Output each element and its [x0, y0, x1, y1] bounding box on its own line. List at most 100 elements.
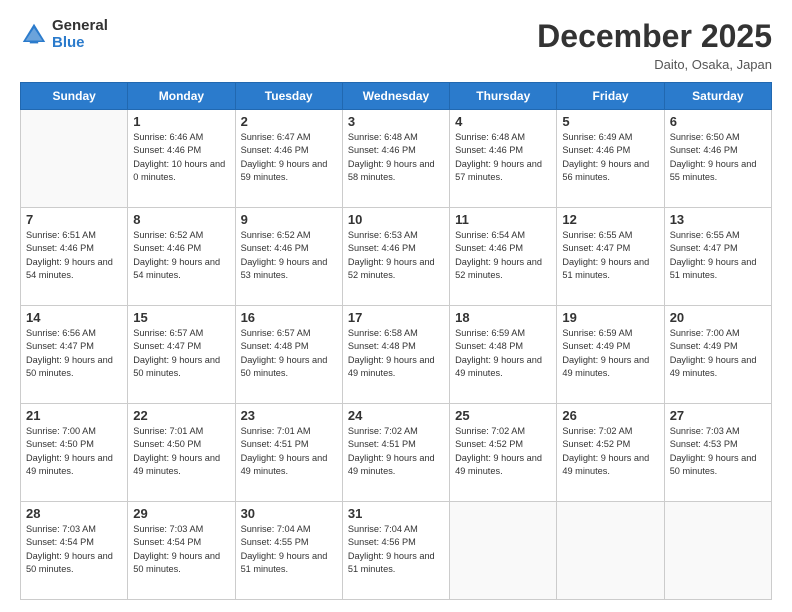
cell-info: Sunrise: 6:55 AM Sunset: 4:47 PM Dayligh…: [562, 229, 658, 282]
day-number: 18: [455, 310, 551, 325]
month-title: December 2025: [537, 18, 772, 55]
cell-info: Sunrise: 7:04 AM Sunset: 4:56 PM Dayligh…: [348, 523, 444, 576]
calendar-cell: [664, 502, 771, 600]
calendar-cell: 1 Sunrise: 6:46 AM Sunset: 4:46 PM Daylig…: [128, 110, 235, 208]
cell-info: Sunrise: 6:50 AM Sunset: 4:46 PM Dayligh…: [670, 131, 766, 184]
calendar-cell: 4 Sunrise: 6:48 AM Sunset: 4:46 PM Daylig…: [450, 110, 557, 208]
calendar-cell: [450, 502, 557, 600]
header: General Blue December 2025 Daito, Osaka,…: [20, 18, 772, 72]
calendar-cell: 9Sunrise: 6:52 AM Sunset: 4:46 PM Daylig…: [235, 208, 342, 306]
col-header-tuesday: Tuesday: [235, 83, 342, 110]
day-number: 11: [455, 212, 551, 227]
cell-info: Sunrise: 7:02 AM Sunset: 4:52 PM Dayligh…: [455, 425, 551, 478]
calendar-cell: 15 Sunrise: 6:57 AM Sunset: 4:47 PM Dayli…: [128, 306, 235, 404]
cell-info: Sunrise: 6:58 AM Sunset: 4:48 PM Dayligh…: [348, 327, 444, 380]
calendar-cell: 11 Sunrise: 6:54 AM Sunset: 4:46 PM Dayli…: [450, 208, 557, 306]
calendar-cell: 20 Sunrise: 7:00 AM Sunset: 4:49 PM Dayli…: [664, 306, 771, 404]
cell-info: Sunrise: 6:56 AM Sunset: 4:47 PM Dayligh…: [26, 327, 122, 380]
day-number: 13: [670, 212, 766, 227]
cell-info: Sunrise: 7:04 AM Sunset: 4:55 PM Dayligh…: [241, 523, 337, 576]
calendar-cell: 27 Sunrise: 7:03 AM Sunset: 4:53 PM Dayli…: [664, 404, 771, 502]
cell-info: Sunrise: 6:52 AM Sunset: 4:46 PM Dayligh…: [133, 229, 229, 282]
cell-info: Sunrise: 7:03 AM Sunset: 4:53 PM Dayligh…: [670, 425, 766, 478]
cell-info: Sunrise: 7:02 AM Sunset: 4:52 PM Dayligh…: [562, 425, 658, 478]
cell-info: Sunrise: 6:59 AM Sunset: 4:48 PM Dayligh…: [455, 327, 551, 380]
day-number: 24: [348, 408, 444, 423]
calendar-cell: 21 Sunrise: 7:00 AM Sunset: 4:50 PM Dayli…: [21, 404, 128, 502]
calendar-cell: 5 Sunrise: 6:49 AM Sunset: 4:46 PM Daylig…: [557, 110, 664, 208]
cell-info: Sunrise: 6:59 AM Sunset: 4:49 PM Dayligh…: [562, 327, 658, 380]
calendar-cell: 19 Sunrise: 6:59 AM Sunset: 4:49 PM Dayli…: [557, 306, 664, 404]
col-header-friday: Friday: [557, 83, 664, 110]
logo-text: General Blue: [52, 18, 108, 51]
calendar-cell: 7Sunrise: 6:51 AM Sunset: 4:46 PM Daylig…: [21, 208, 128, 306]
cell-info: Sunrise: 6:51 AM Sunset: 4:46 PM Dayligh…: [26, 229, 122, 282]
cell-info: Sunrise: 7:02 AM Sunset: 4:51 PM Dayligh…: [348, 425, 444, 478]
calendar-table: SundayMondayTuesdayWednesdayThursdayFrid…: [20, 82, 772, 600]
calendar-cell: 29 Sunrise: 7:03 AM Sunset: 4:54 PM Dayli…: [128, 502, 235, 600]
calendar-cell: 30Sunrise: 7:04 AM Sunset: 4:55 PM Dayli…: [235, 502, 342, 600]
week-row-0: 1 Sunrise: 6:46 AM Sunset: 4:46 PM Daylig…: [21, 110, 772, 208]
calendar-cell: 3 Sunrise: 6:48 AM Sunset: 4:46 PM Daylig…: [342, 110, 449, 208]
calendar-cell: 6 Sunrise: 6:50 AM Sunset: 4:46 PM Daylig…: [664, 110, 771, 208]
cell-info: Sunrise: 6:48 AM Sunset: 4:46 PM Dayligh…: [455, 131, 551, 184]
day-number: 21: [26, 408, 122, 423]
day-number: 20: [670, 310, 766, 325]
page: General Blue December 2025 Daito, Osaka,…: [0, 0, 792, 612]
day-number: 1: [133, 114, 229, 129]
cell-info: Sunrise: 6:53 AM Sunset: 4:46 PM Dayligh…: [348, 229, 444, 282]
cell-info: Sunrise: 6:47 AM Sunset: 4:46 PM Dayligh…: [241, 131, 337, 184]
calendar-cell: 28Sunrise: 7:03 AM Sunset: 4:54 PM Dayli…: [21, 502, 128, 600]
col-header-monday: Monday: [128, 83, 235, 110]
location: Daito, Osaka, Japan: [537, 57, 772, 72]
calendar-cell: 31Sunrise: 7:04 AM Sunset: 4:56 PM Dayli…: [342, 502, 449, 600]
logo: General Blue: [20, 18, 108, 51]
day-number: 15: [133, 310, 229, 325]
day-number: 12: [562, 212, 658, 227]
day-number: 27: [670, 408, 766, 423]
calendar-cell: 13 Sunrise: 6:55 AM Sunset: 4:47 PM Dayli…: [664, 208, 771, 306]
calendar-cell: 25 Sunrise: 7:02 AM Sunset: 4:52 PM Dayli…: [450, 404, 557, 502]
day-number: 26: [562, 408, 658, 423]
calendar-cell: [557, 502, 664, 600]
calendar-cell: 14Sunrise: 6:56 AM Sunset: 4:47 PM Dayli…: [21, 306, 128, 404]
col-header-sunday: Sunday: [21, 83, 128, 110]
day-number: 8: [133, 212, 229, 227]
calendar-cell: 17 Sunrise: 6:58 AM Sunset: 4:48 PM Dayli…: [342, 306, 449, 404]
day-number: 19: [562, 310, 658, 325]
col-header-thursday: Thursday: [450, 83, 557, 110]
calendar-cell: 16 Sunrise: 6:57 AM Sunset: 4:48 PM Dayli…: [235, 306, 342, 404]
day-number: 16: [241, 310, 337, 325]
day-number: 17: [348, 310, 444, 325]
cell-info: Sunrise: 7:00 AM Sunset: 4:49 PM Dayligh…: [670, 327, 766, 380]
cell-info: Sunrise: 6:48 AM Sunset: 4:46 PM Dayligh…: [348, 131, 444, 184]
day-number: 3: [348, 114, 444, 129]
day-number: 10: [348, 212, 444, 227]
cell-info: Sunrise: 6:46 AM Sunset: 4:46 PM Dayligh…: [133, 131, 229, 184]
day-number: 2: [241, 114, 337, 129]
logo-icon: [20, 21, 48, 49]
calendar-cell: 8 Sunrise: 6:52 AM Sunset: 4:46 PM Daylig…: [128, 208, 235, 306]
calendar-cell: 26 Sunrise: 7:02 AM Sunset: 4:52 PM Dayli…: [557, 404, 664, 502]
day-number: 6: [670, 114, 766, 129]
calendar-cell: 23Sunrise: 7:01 AM Sunset: 4:51 PM Dayli…: [235, 404, 342, 502]
day-number: 4: [455, 114, 551, 129]
day-number: 5: [562, 114, 658, 129]
cell-info: Sunrise: 6:54 AM Sunset: 4:46 PM Dayligh…: [455, 229, 551, 282]
cell-info: Sunrise: 6:57 AM Sunset: 4:48 PM Dayligh…: [241, 327, 337, 380]
week-row-2: 14Sunrise: 6:56 AM Sunset: 4:47 PM Dayli…: [21, 306, 772, 404]
week-row-3: 21 Sunrise: 7:00 AM Sunset: 4:50 PM Dayli…: [21, 404, 772, 502]
col-header-saturday: Saturday: [664, 83, 771, 110]
cell-info: Sunrise: 6:49 AM Sunset: 4:46 PM Dayligh…: [562, 131, 658, 184]
cell-info: Sunrise: 7:03 AM Sunset: 4:54 PM Dayligh…: [133, 523, 229, 576]
title-block: December 2025 Daito, Osaka, Japan: [537, 18, 772, 72]
calendar-cell: 10 Sunrise: 6:53 AM Sunset: 4:46 PM Dayli…: [342, 208, 449, 306]
day-number: 29: [133, 506, 229, 521]
day-number: 28: [26, 506, 122, 521]
cell-info: Sunrise: 7:00 AM Sunset: 4:50 PM Dayligh…: [26, 425, 122, 478]
week-row-1: 7Sunrise: 6:51 AM Sunset: 4:46 PM Daylig…: [21, 208, 772, 306]
cell-info: Sunrise: 6:57 AM Sunset: 4:47 PM Dayligh…: [133, 327, 229, 380]
day-number: 25: [455, 408, 551, 423]
calendar-cell: [21, 110, 128, 208]
cell-info: Sunrise: 6:55 AM Sunset: 4:47 PM Dayligh…: [670, 229, 766, 282]
